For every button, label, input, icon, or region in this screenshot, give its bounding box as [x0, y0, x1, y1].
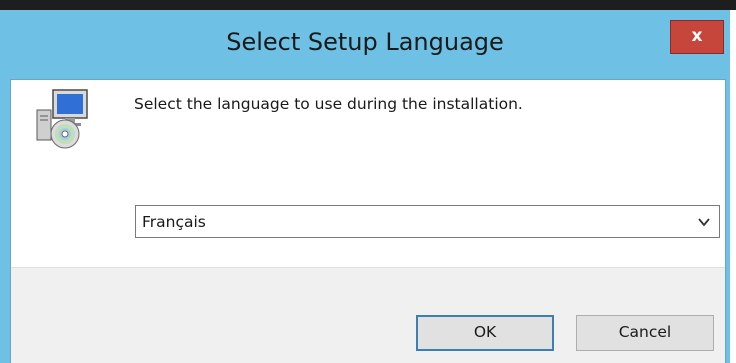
close-button[interactable]: x	[670, 20, 724, 54]
title-bar[interactable]: Select Setup Language x	[0, 10, 730, 68]
language-select-value: Français	[142, 213, 206, 231]
close-icon: x	[691, 26, 703, 46]
setup-computer-cd-icon	[36, 89, 88, 149]
chevron-down-icon	[698, 218, 710, 227]
screen: Select Setup Language x Select the langu…	[0, 0, 736, 363]
language-select[interactable]: Français	[135, 205, 720, 238]
ok-button[interactable]: OK	[416, 315, 554, 351]
cancel-button[interactable]: Cancel	[576, 315, 714, 351]
setup-language-dialog: Select Setup Language x Select the langu…	[0, 10, 730, 363]
button-bar: OK Cancel	[11, 267, 725, 363]
window-title: Select Setup Language	[226, 28, 504, 56]
instruction-text: Select the language to use during the in…	[134, 95, 523, 113]
background-strip	[0, 0, 736, 10]
dialog-body: Select the language to use during the in…	[10, 79, 726, 363]
